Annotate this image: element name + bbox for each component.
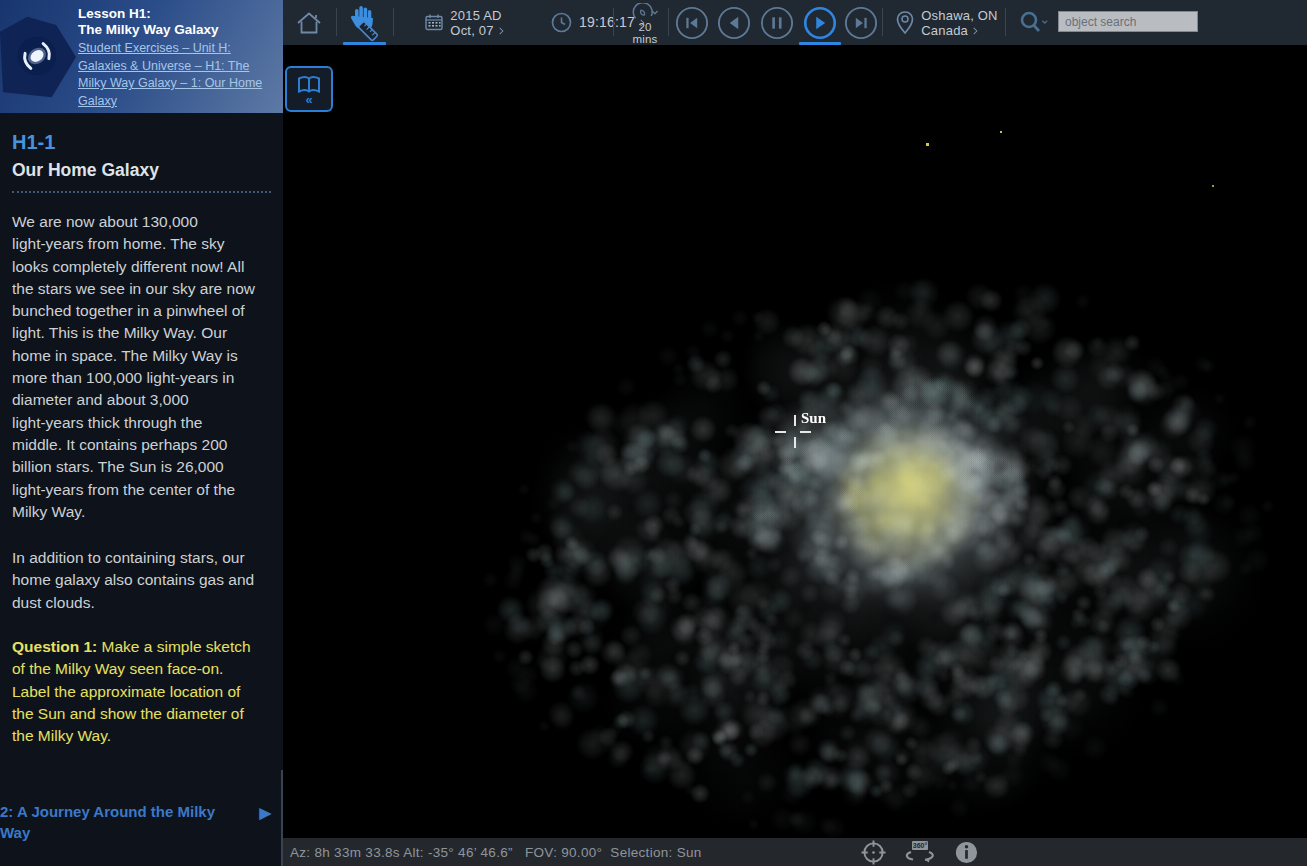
object-search-input[interactable] [1058,11,1198,32]
breadcrumb-link[interactable]: Student Exercises – Unit H: Galaxies & U… [78,40,262,110]
date-day: Oct, 07 [450,23,502,38]
date-year: 2015 AD [450,8,502,23]
time-rate-control[interactable]: 20 mins [619,0,671,45]
play-button[interactable] [803,0,837,45]
lesson-panel-toggle-button[interactable]: « [285,66,333,112]
hand-ruler-icon [344,2,386,44]
app-logo-badge [0,15,76,99]
skip-to-end-button[interactable] [844,0,878,45]
info-icon[interactable] [954,840,979,865]
location-line1: Oshawa, ON [921,8,997,23]
skip-to-end-icon [844,6,878,40]
toolbar-separator [613,8,614,36]
toolbar-separator [336,8,337,36]
skip-to-start-icon [675,6,709,40]
search-icon [1018,10,1048,36]
dropdown-caret-icon [971,28,978,35]
lesson-code: H1-1 [12,131,271,154]
sky-view[interactable]: « Sun [283,57,1307,838]
calendar-icon [425,14,443,31]
sidebar-scrollbar[interactable] [281,770,283,866]
speedometer-icon [630,3,660,21]
location-line2: Canada [921,23,997,38]
home-button[interactable] [289,0,329,45]
date-control[interactable]: 2015 AD Oct, 07 [409,0,519,45]
next-lesson-link[interactable]: 2: A Journey Around the Milky Way ▶ [0,801,283,843]
rate-unit: mins [632,34,657,45]
search-button[interactable] [1013,0,1053,45]
clock-icon [551,12,572,33]
play-icon [803,6,837,40]
top-toolbar: 2015 AD Oct, 07 19:16:17 20 mins [283,0,1307,45]
lesson-section-title: Our Home Galaxy [12,160,271,181]
collapse-panel-icon: « [305,96,312,104]
pause-icon [760,6,794,40]
question-paragraph: Question 1: Make a simple sketch of the … [12,636,276,747]
lesson-paragraph: In addition to containing stars, our hom… [12,547,276,614]
lesson-label: Lesson H1: [78,6,282,22]
lesson-body: H1-1 Our Home Galaxy We are now about 13… [0,113,283,866]
center-target-icon[interactable] [861,840,886,865]
toolbar-separator [882,8,883,36]
lesson-title: The Milky Way Galaxy [78,22,282,38]
lesson-header: Lesson H1: The Milky Way Galaxy Student … [0,0,283,113]
next-lesson-arrow-icon: ▶ [259,802,271,823]
toolbar-separator [393,8,394,36]
pan-tool-button[interactable] [341,0,389,45]
sun-label: Sun [801,410,826,427]
dropdown-caret-icon [496,28,503,35]
dotted-divider [12,191,271,193]
home-icon [295,10,323,36]
toolbar-underline-strip [283,45,1307,57]
lesson-sidebar: Lesson H1: The Milky Way Galaxy Student … [0,0,283,866]
location-control[interactable]: Oshawa, ON Canada [891,0,1001,45]
rotate-360-icon[interactable]: 360° [903,840,937,865]
step-back-button[interactable] [717,0,751,45]
toolbar-separator [668,8,669,36]
rate-value: 20 [638,22,651,33]
step-back-icon [717,6,751,40]
az-alt-readout: Az: 8h 33m 33.8s Alt: -35° 46’ 46.6” FOV… [290,845,702,860]
skip-to-start-button[interactable] [675,0,709,45]
svg-text:360°: 360° [913,842,928,849]
lesson-paragraph: We are now about 130,000 light-years fro… [12,211,276,523]
location-pin-icon [894,10,916,36]
spiral-galaxy-logo-icon [15,34,59,78]
toolbar-separator [1005,8,1006,36]
status-bar: Az: 8h 33m 33.8s Alt: -35° 46’ 46.6” FOV… [283,838,1307,866]
app-window: 2015 AD Oct, 07 19:16:17 20 mins [0,0,1307,866]
pause-button[interactable] [760,0,794,45]
